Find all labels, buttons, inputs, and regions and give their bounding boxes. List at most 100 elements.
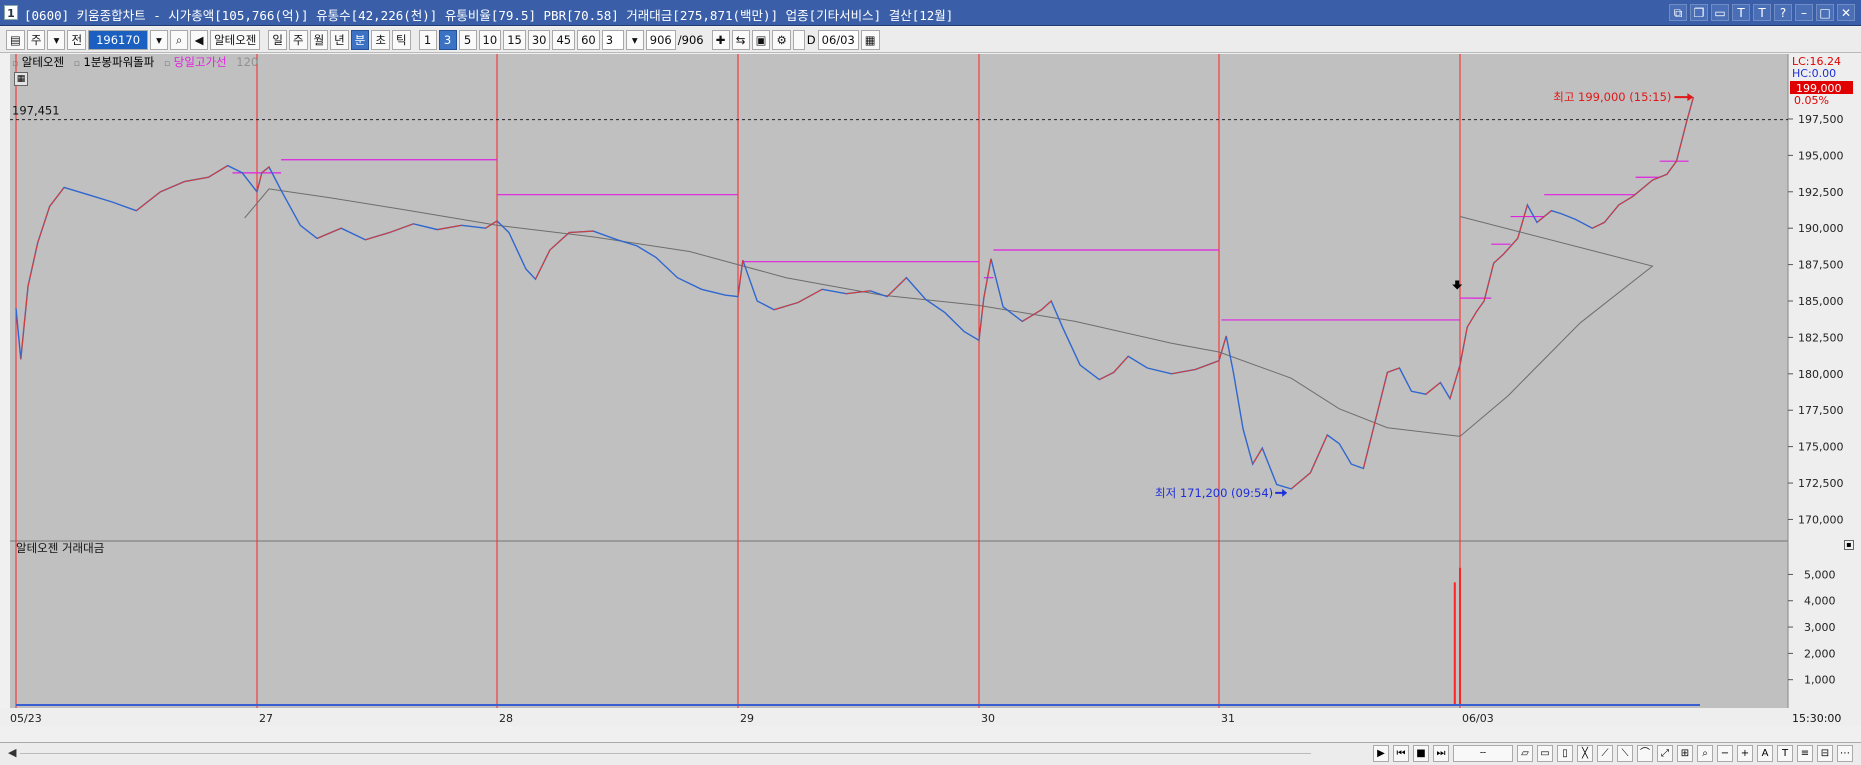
minimize-icon[interactable]: – (1795, 4, 1813, 21)
calendar-icon[interactable]: ▦ (860, 29, 880, 50)
chart-toolbar: ▤ 주 ▾ 전 196170 ▾ ⌕ ◀ 알테오젠 일 주 월 년 분 초 틱 … (0, 27, 1861, 53)
text-icon[interactable]: A (1757, 745, 1773, 762)
zoom-in-icon[interactable]: + (1737, 745, 1753, 762)
crosshair-icon[interactable]: ✚ (711, 29, 730, 50)
zoom-track-icon[interactable]: ┄ (1453, 745, 1513, 762)
chart-svg[interactable]: 170,000 172,500 175,000 177,500 180,000 182,5… (0, 54, 1861, 742)
grid-icon[interactable]: ▦ (14, 72, 28, 86)
zoom-out-icon[interactable]: − (1717, 745, 1733, 762)
copy-icon[interactable]: ❐ (1690, 4, 1708, 21)
toolbar-icon-10[interactable]: T (1777, 745, 1793, 762)
count-input[interactable]: 3 (601, 29, 624, 50)
volume-title: 알테오젠 거래대금 (16, 541, 104, 555)
toolbar-icon-12[interactable]: ⊟ (1817, 745, 1833, 762)
save-icon[interactable]: ▣ (751, 29, 771, 50)
toolbar-icon-4[interactable]: ╳ (1577, 745, 1593, 762)
rewind-icon[interactable]: ⏮ (1393, 745, 1409, 762)
volume-bar (1459, 567, 1461, 706)
chart-area[interactable]: 170,000 172,500 175,000 177,500 180,000 182,5… (0, 54, 1861, 742)
legend-indicator2[interactable]: 당일고가선 (174, 55, 227, 69)
interval-1[interactable]: 1 (418, 29, 437, 50)
max-price-label: 최고 199,000 (15:15) (1553, 90, 1671, 104)
dropdown-icon[interactable]: ▾ (47, 29, 66, 50)
scroll-left-icon[interactable]: ◀ (8, 746, 16, 759)
volume-tick-label: 4,000 (1804, 595, 1836, 608)
toolbar-icon-3[interactable]: ▯ (1557, 745, 1573, 762)
toolbar-icon-5[interactable]: ⟋ (1597, 745, 1613, 762)
date-checkbox[interactable] (792, 29, 805, 50)
min-price-label: 최저 171,200 (09:54) (1155, 486, 1273, 500)
time-tick-label: 05/23 (10, 712, 42, 725)
zoom-icon[interactable]: ⌕ (1697, 745, 1713, 762)
interval-15[interactable]: 15 (503, 29, 526, 50)
tf-second[interactable]: 초 (371, 29, 390, 50)
toolbar-icon-2[interactable]: ▭ (1537, 745, 1553, 762)
layout-icon[interactable]: ▭ (1711, 4, 1729, 21)
tf-day[interactable]: 일 (268, 29, 287, 50)
price-tick-label: 197,500 (1798, 113, 1844, 126)
window-controls: ⧉ ❐ ▭ T T ? – □ ✕ (1669, 4, 1855, 21)
toolbar-icon-11[interactable]: ≡ (1797, 745, 1813, 762)
panel-close-icon[interactable]: ▪ (1844, 540, 1854, 550)
toolbar-icon-9[interactable]: ⊞ (1677, 745, 1693, 762)
text-icon[interactable]: T (1753, 4, 1771, 21)
search-icon[interactable]: ⌕ (170, 29, 189, 50)
link-icon[interactable]: ⧉ (1669, 4, 1687, 21)
font-icon[interactable]: T (1732, 4, 1750, 21)
chart-settings-icon[interactable]: ▤ (6, 29, 25, 50)
tf-week[interactable]: 주 (288, 29, 308, 50)
close-icon[interactable]: ✕ (1837, 4, 1855, 21)
toolbar-icon-6[interactable]: ⟍ (1617, 745, 1633, 762)
price-tick-label: 170,000 (1798, 513, 1844, 526)
price-tick-label: 195,000 (1798, 149, 1844, 162)
range-total: /906 (677, 32, 704, 47)
volume-tick-label: 5,000 (1804, 568, 1836, 581)
tf-minute[interactable]: 분 (350, 29, 370, 50)
range-input[interactable]: 906 (645, 29, 676, 50)
legend-bullet-icon: ▫ (163, 59, 171, 69)
stock-name-button[interactable]: 알테오젠 (210, 29, 261, 50)
legend-bullet-icon: ▫ (12, 59, 19, 69)
stop-icon[interactable]: ■ (1413, 745, 1429, 762)
toolbar-icon-13[interactable]: ⋯ (1837, 745, 1853, 762)
interval-10[interactable]: 10 (478, 29, 502, 50)
gear-icon[interactable]: ⚙ (772, 29, 791, 50)
stock-code-input[interactable]: 196170 (88, 29, 149, 50)
prev-button[interactable]: 전 (67, 29, 87, 50)
period-select[interactable]: 주 (26, 29, 46, 50)
window-title: [0600] 키움종합차트 - 시가총액[105,766(억)] 유통수[42,… (24, 8, 954, 23)
toolbar-icon-1[interactable]: ▱ (1517, 745, 1533, 762)
dropdown-icon[interactable]: ▾ (625, 29, 644, 50)
scroll-track[interactable] (20, 753, 1311, 754)
time-tick-label: 06/03 (1462, 712, 1494, 725)
toolbar-icon-8[interactable]: ⤢ (1657, 745, 1673, 762)
interval-3[interactable]: 3 (438, 29, 457, 50)
status-controls: ▶ ⏮ ■ ⏭ ┄ ▱ ▭ ▯ ╳ ⟋ ⟍ ⌒ ⤢ ⊞ ⌕ − + A T ≡ … (1373, 745, 1853, 762)
date-input[interactable]: 06/03 (817, 29, 859, 50)
chart-legend: ▫ 알테오젠 ▫ 1분봉파워돌파 ▫ 당일고가선 120 (12, 54, 258, 70)
toolbar-icon-7[interactable]: ⌒ (1637, 745, 1653, 762)
tf-month[interactable]: 월 (309, 29, 329, 50)
interval-5[interactable]: 5 (458, 29, 477, 50)
ref-price-label: 197,451 (12, 104, 60, 118)
time-tick-label: 29 (740, 712, 754, 725)
interval-30[interactable]: 30 (527, 29, 551, 50)
status-bar: ◀ ▶ ⏮ ■ ⏭ ┄ ▱ ▭ ▯ ╳ ⟋ ⟍ ⌒ ⤢ ⊞ ⌕ − + A T … (0, 742, 1861, 765)
interval-60[interactable]: 60 (577, 29, 600, 50)
time-label: 15:30:00 (1792, 712, 1841, 725)
panel-divider[interactable] (10, 540, 1788, 542)
price-tick-label: 177,500 (1798, 404, 1844, 417)
interval-45[interactable]: 45 (552, 29, 576, 50)
help-icon[interactable]: ? (1774, 4, 1792, 21)
tf-tick[interactable]: 틱 (391, 29, 411, 50)
compare-icon[interactable]: ⇆ (731, 29, 750, 50)
dropdown-icon[interactable]: ▾ (150, 29, 169, 50)
legend-stock[interactable]: 알테오젠 (22, 55, 64, 69)
legend-indicator1[interactable]: 1분봉파워돌파 (84, 55, 155, 69)
forward-icon[interactable]: ⏭ (1433, 745, 1449, 762)
scroll-right-icon[interactable]: ▶ (1373, 745, 1389, 762)
sound-icon[interactable]: ◀ (190, 29, 209, 50)
maximize-icon[interactable]: □ (1816, 4, 1834, 21)
price-tick-label: 175,000 (1798, 441, 1844, 454)
tf-year[interactable]: 년 (330, 29, 349, 50)
